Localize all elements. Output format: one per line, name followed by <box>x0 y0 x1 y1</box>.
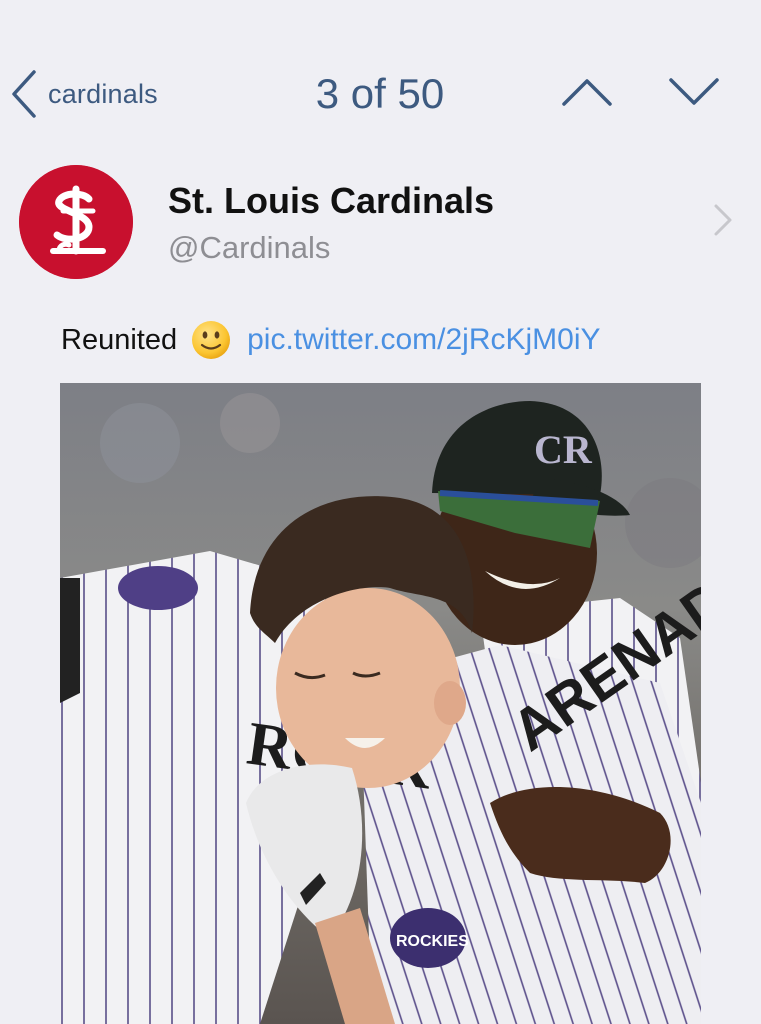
chevron-right-icon <box>712 202 734 243</box>
user-handle: @Cardinals <box>168 230 331 265</box>
slightly-smiling-face-icon <box>191 320 231 360</box>
tweet-media-link[interactable]: pic.twitter.com/2jRcKjM0iY <box>247 323 600 357</box>
back-button[interactable]: cardinals <box>10 68 158 120</box>
photo-icon: CR ARENADO ROCKIES <box>60 383 701 1024</box>
tweet-text: Reunited pic.twitter.com/2jRcKjM0iY <box>61 318 601 362</box>
tweet-photo[interactable]: CR ARENADO ROCKIES <box>60 383 701 1024</box>
chevron-up-icon <box>561 77 613 112</box>
svg-text:CR: CR <box>534 427 593 472</box>
cardinals-logo-icon <box>19 165 133 279</box>
chevron-down-icon <box>668 77 720 112</box>
navigation-bar: cardinals 3 of 50 <box>0 60 761 130</box>
page-counter-title: 3 of 50 <box>315 70 445 117</box>
avatar[interactable] <box>19 165 133 279</box>
next-item-button[interactable] <box>666 74 722 114</box>
profile-row[interactable]: St. Louis Cardinals @Cardinals <box>0 162 761 282</box>
chevron-left-icon <box>10 69 38 119</box>
previous-item-button[interactable] <box>559 74 615 114</box>
display-name: St. Louis Cardinals <box>168 180 495 221</box>
svg-text:ROCKIES: ROCKIES <box>396 933 469 950</box>
tweet-body: Reunited <box>61 323 178 356</box>
back-button-label: cardinals <box>48 78 158 109</box>
tweet-detail-screen: cardinals 3 of 50 St. Louis Cardinals @C… <box>0 0 761 1024</box>
